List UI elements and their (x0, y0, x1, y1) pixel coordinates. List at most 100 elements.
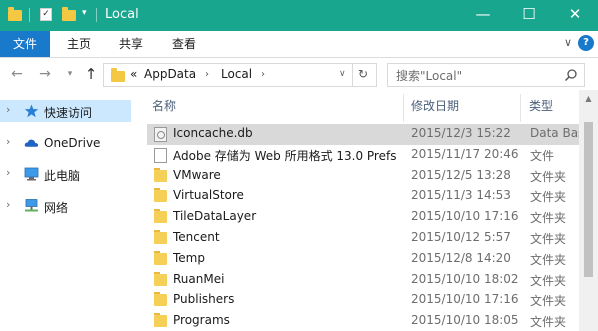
folder-icon (154, 271, 167, 286)
folder-icon (154, 313, 167, 328)
column-divider[interactable] (520, 94, 521, 122)
file-name: Programs (173, 313, 230, 328)
file-row[interactable]: Temp 2015/12/8 14:20 文件夹 (147, 249, 579, 270)
address-dropdown-icon[interactable]: ∨ (339, 69, 346, 79)
nav-item-label: 网络 (44, 201, 69, 215)
quick-access-dropdown-icon[interactable]: ▾ (82, 8, 87, 18)
properties-icon[interactable]: ✓ (40, 8, 52, 21)
file-name: VMware (173, 167, 221, 182)
network-icon (25, 199, 38, 212)
file-row[interactable]: VirtualStore 2015/11/3 14:53 文件夹 (147, 186, 579, 207)
column-divider[interactable] (403, 94, 404, 122)
file-name: RuanMei (173, 271, 225, 286)
file-name: Iconcache.db (173, 126, 253, 140)
forward-arrow-icon[interactable]: → (36, 65, 54, 83)
file-type: 文件夹 (530, 252, 567, 267)
file-date: 2015/10/10 17:16 (411, 292, 519, 307)
file-row[interactable]: Tencent 2015/10/12 5:57 文件夹 (147, 228, 579, 249)
file-row[interactable]: Adobe 存储为 Web 所用格式 13.0 Prefs 2015/11/17 … (147, 145, 579, 166)
recent-locations-icon[interactable]: ▾ (61, 65, 79, 83)
close-button[interactable]: ✕ (552, 0, 598, 31)
ribbon-tabs: 文件 主页 共享 查看 ∨ ? (0, 31, 598, 58)
nav-item-label: 此电脑 (44, 169, 81, 183)
file-name: Adobe 存储为 Web 所用格式 13.0 Prefs (173, 148, 397, 163)
file-type: Data Bas (530, 126, 585, 140)
breadcrumb-chevron-icon[interactable]: › (205, 69, 209, 80)
file-row[interactable]: Programs 2015/10/10 18:05 文件夹 (147, 311, 579, 331)
breadcrumb-local[interactable]: Local (221, 67, 252, 81)
tab-file[interactable]: 文件 (0, 31, 50, 57)
file-date: 2015/11/17 20:46 (411, 146, 519, 161)
search-input[interactable]: 搜索"Local" (396, 67, 462, 84)
file-date: 2015/11/3 14:53 (411, 188, 511, 203)
folder-icon (154, 209, 167, 224)
search-box[interactable]: 搜索"Local" (387, 63, 585, 87)
column-header-date[interactable]: 修改日期 (411, 94, 459, 118)
folder-icon (8, 7, 22, 21)
file-type: 文件夹 (530, 294, 567, 309)
help-icon[interactable]: ? (578, 35, 594, 51)
expand-arrow-icon[interactable]: › (6, 166, 10, 179)
file-row[interactable]: VMware 2015/12/5 13:28 文件夹 (147, 166, 579, 187)
file-row[interactable]: RuanMei 2015/10/10 18:02 文件夹 (147, 270, 579, 291)
nav-item-label: OneDrive (44, 136, 101, 150)
new-folder-icon[interactable] (62, 7, 76, 21)
expand-ribbon-icon[interactable]: ∨ (560, 35, 576, 51)
star-icon (24, 104, 39, 118)
db-file-icon (154, 127, 167, 142)
file-type: 文件夹 (530, 211, 567, 226)
title-bar: ✓ ▾ Local — ☐ ✕ (0, 0, 598, 31)
file-row[interactable]: TileDataLayer 2015/10/10 17:16 文件夹 (147, 207, 579, 228)
file-type: 文件夹 (530, 315, 567, 330)
file-row[interactable]: Publishers 2015/10/10 17:16 文件夹 (147, 290, 579, 311)
tab-share[interactable]: 共享 (109, 31, 153, 57)
file-date: 2015/10/10 18:02 (411, 271, 519, 286)
back-arrow-icon[interactable]: ← (8, 65, 26, 83)
expand-arrow-icon[interactable]: › (6, 103, 10, 116)
file-name: Publishers (173, 292, 235, 307)
search-icon[interactable] (564, 68, 578, 82)
folder-icon (154, 250, 167, 265)
scrollbar-thumb[interactable] (584, 122, 593, 277)
file-type: 文件夹 (530, 169, 567, 184)
vertical-scrollbar[interactable]: ▲ (579, 90, 598, 331)
tab-view[interactable]: 查看 (162, 31, 206, 57)
file-type: 文件夹 (530, 232, 567, 246)
refresh-icon[interactable]: ↻ (358, 67, 368, 81)
file-type: 文件夹 (530, 273, 567, 288)
file-type: 文件夹 (530, 190, 567, 205)
nav-item-this-pc[interactable]: › 此电脑 (0, 163, 131, 185)
expand-arrow-icon[interactable]: › (6, 135, 10, 148)
navigation-bar: ← → ▾ ↑ « AppData › Local › ∨ ↻ 搜索"Local… (0, 58, 598, 90)
file-name: VirtualStore (173, 188, 244, 203)
nav-item-network[interactable]: › 网络 (0, 195, 131, 217)
column-header-type[interactable]: 类型 (529, 94, 553, 118)
file-date: 2015/12/5 13:28 (411, 167, 511, 182)
cloud-icon (24, 139, 39, 147)
up-arrow-icon[interactable]: ↑ (82, 65, 100, 83)
folder-icon (154, 188, 167, 203)
divider (352, 64, 353, 86)
folder-icon (154, 230, 167, 244)
nav-item-quick-access[interactable]: › 快速访问 (0, 100, 131, 122)
navigation-pane: › 快速访问 › OneDrive › 此电脑 › 网络 (0, 90, 139, 331)
nav-item-onedrive[interactable]: › OneDrive (0, 132, 131, 154)
maximize-button[interactable]: ☐ (506, 0, 552, 31)
breadcrumb-chevron-icon[interactable]: › (261, 69, 265, 80)
file-icon (154, 147, 167, 163)
file-date: 2015/10/10 18:05 (411, 313, 519, 328)
file-row[interactable]: Iconcache.db 2015/12/3 15:22 Data Bas (147, 124, 584, 145)
breadcrumb-appdata[interactable]: AppData (144, 67, 196, 81)
file-name: TileDataLayer (173, 209, 257, 224)
address-bar[interactable]: « AppData › Local › ∨ ↻ (103, 63, 377, 87)
divider (29, 8, 30, 22)
column-header-name[interactable]: 名称 (152, 94, 176, 118)
scroll-up-arrow-icon[interactable]: ▲ (583, 93, 594, 104)
breadcrumb-overflow[interactable]: « (130, 67, 137, 81)
expand-arrow-icon[interactable]: › (6, 198, 10, 211)
file-date: 2015/12/3 15:22 (411, 126, 511, 140)
minimize-button[interactable]: — (460, 0, 506, 31)
folder-icon (154, 167, 167, 182)
tab-home[interactable]: 主页 (57, 31, 101, 57)
file-type: 文件 (530, 148, 555, 163)
